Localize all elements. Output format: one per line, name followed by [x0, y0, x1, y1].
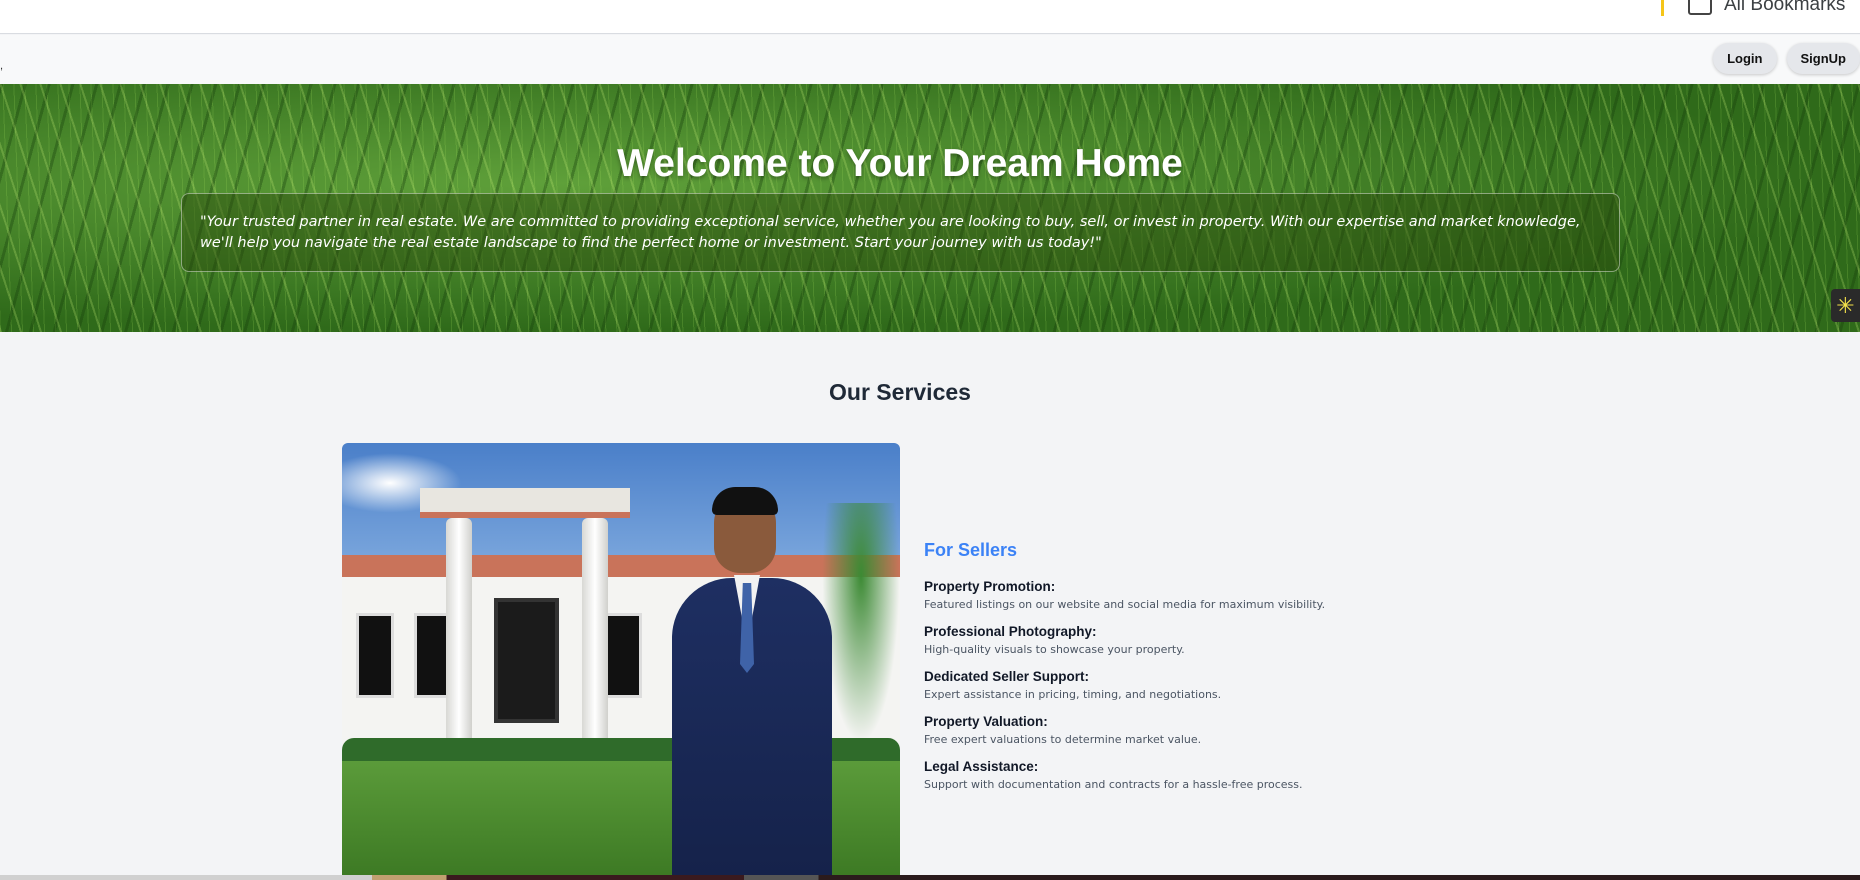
service-description: Expert assistance in pricing, timing, an…	[924, 688, 1222, 701]
sellers-section-title: For Sellers	[924, 540, 1018, 560]
list-item: Dedicated Seller Support: Expert assista…	[924, 668, 1484, 713]
service-description: High-quality visuals to showcase your pr…	[924, 643, 1185, 656]
service-title: Professional Photography:	[924, 624, 1097, 639]
photo-palm	[822, 503, 900, 743]
photo-window	[356, 613, 394, 698]
auth-buttons: Login SignUp	[1713, 43, 1860, 74]
service-description: Featured listings on our website and soc…	[924, 598, 1326, 611]
list-item: Professional Photography: High-quality v…	[924, 623, 1484, 668]
signup-button[interactable]: SignUp	[1786, 43, 1860, 74]
service-title: Dedicated Seller Support:	[924, 669, 1090, 684]
hero-banner: Welcome to Your Dream Home "Your trusted…	[0, 84, 1860, 332]
list-item: Property Promotion: Featured listings on…	[924, 578, 1484, 623]
seller-services-list: Property Promotion: Featured listings on…	[924, 578, 1484, 803]
service-title: Legal Assistance:	[924, 759, 1039, 774]
hero-quote: "Your trusted partner in real estate. We…	[181, 193, 1620, 272]
all-bookmarks-label: All Bookmarks	[1724, 0, 1846, 15]
seller-agent-photo	[342, 443, 900, 875]
bookmarks-divider	[1661, 0, 1664, 16]
login-button[interactable]: Login	[1713, 43, 1777, 74]
folder-icon	[1688, 0, 1712, 15]
service-title: Property Valuation:	[924, 714, 1048, 729]
sparkle-icon: ✳	[1836, 292, 1855, 318]
bookmarks-bar: All Bookmarks	[0, 0, 1860, 34]
photo-agent-hair	[712, 487, 778, 515]
site-navbar: Login SignUp	[0, 35, 1860, 84]
next-section-peek	[0, 875, 1860, 880]
photo-portico	[420, 488, 630, 518]
list-item: Property Valuation: Free expert valuatio…	[924, 713, 1484, 758]
photo-door	[494, 598, 559, 723]
hero-title: Welcome to Your Dream Home	[617, 142, 1183, 185]
photo-roof	[342, 555, 900, 577]
nav-left-mark: ,	[0, 60, 4, 72]
service-description: Free expert valuations to determine mark…	[924, 733, 1202, 746]
service-description: Support with documentation and contracts…	[924, 778, 1303, 791]
list-item: Legal Assistance: Support with documenta…	[924, 758, 1484, 803]
services-heading: Our Services	[829, 379, 971, 405]
chat-widget-button[interactable]: ✳	[1831, 289, 1860, 322]
photo-window	[604, 613, 642, 698]
service-title: Property Promotion:	[924, 579, 1056, 594]
all-bookmarks-button[interactable]: All Bookmarks	[1688, 0, 1845, 16]
